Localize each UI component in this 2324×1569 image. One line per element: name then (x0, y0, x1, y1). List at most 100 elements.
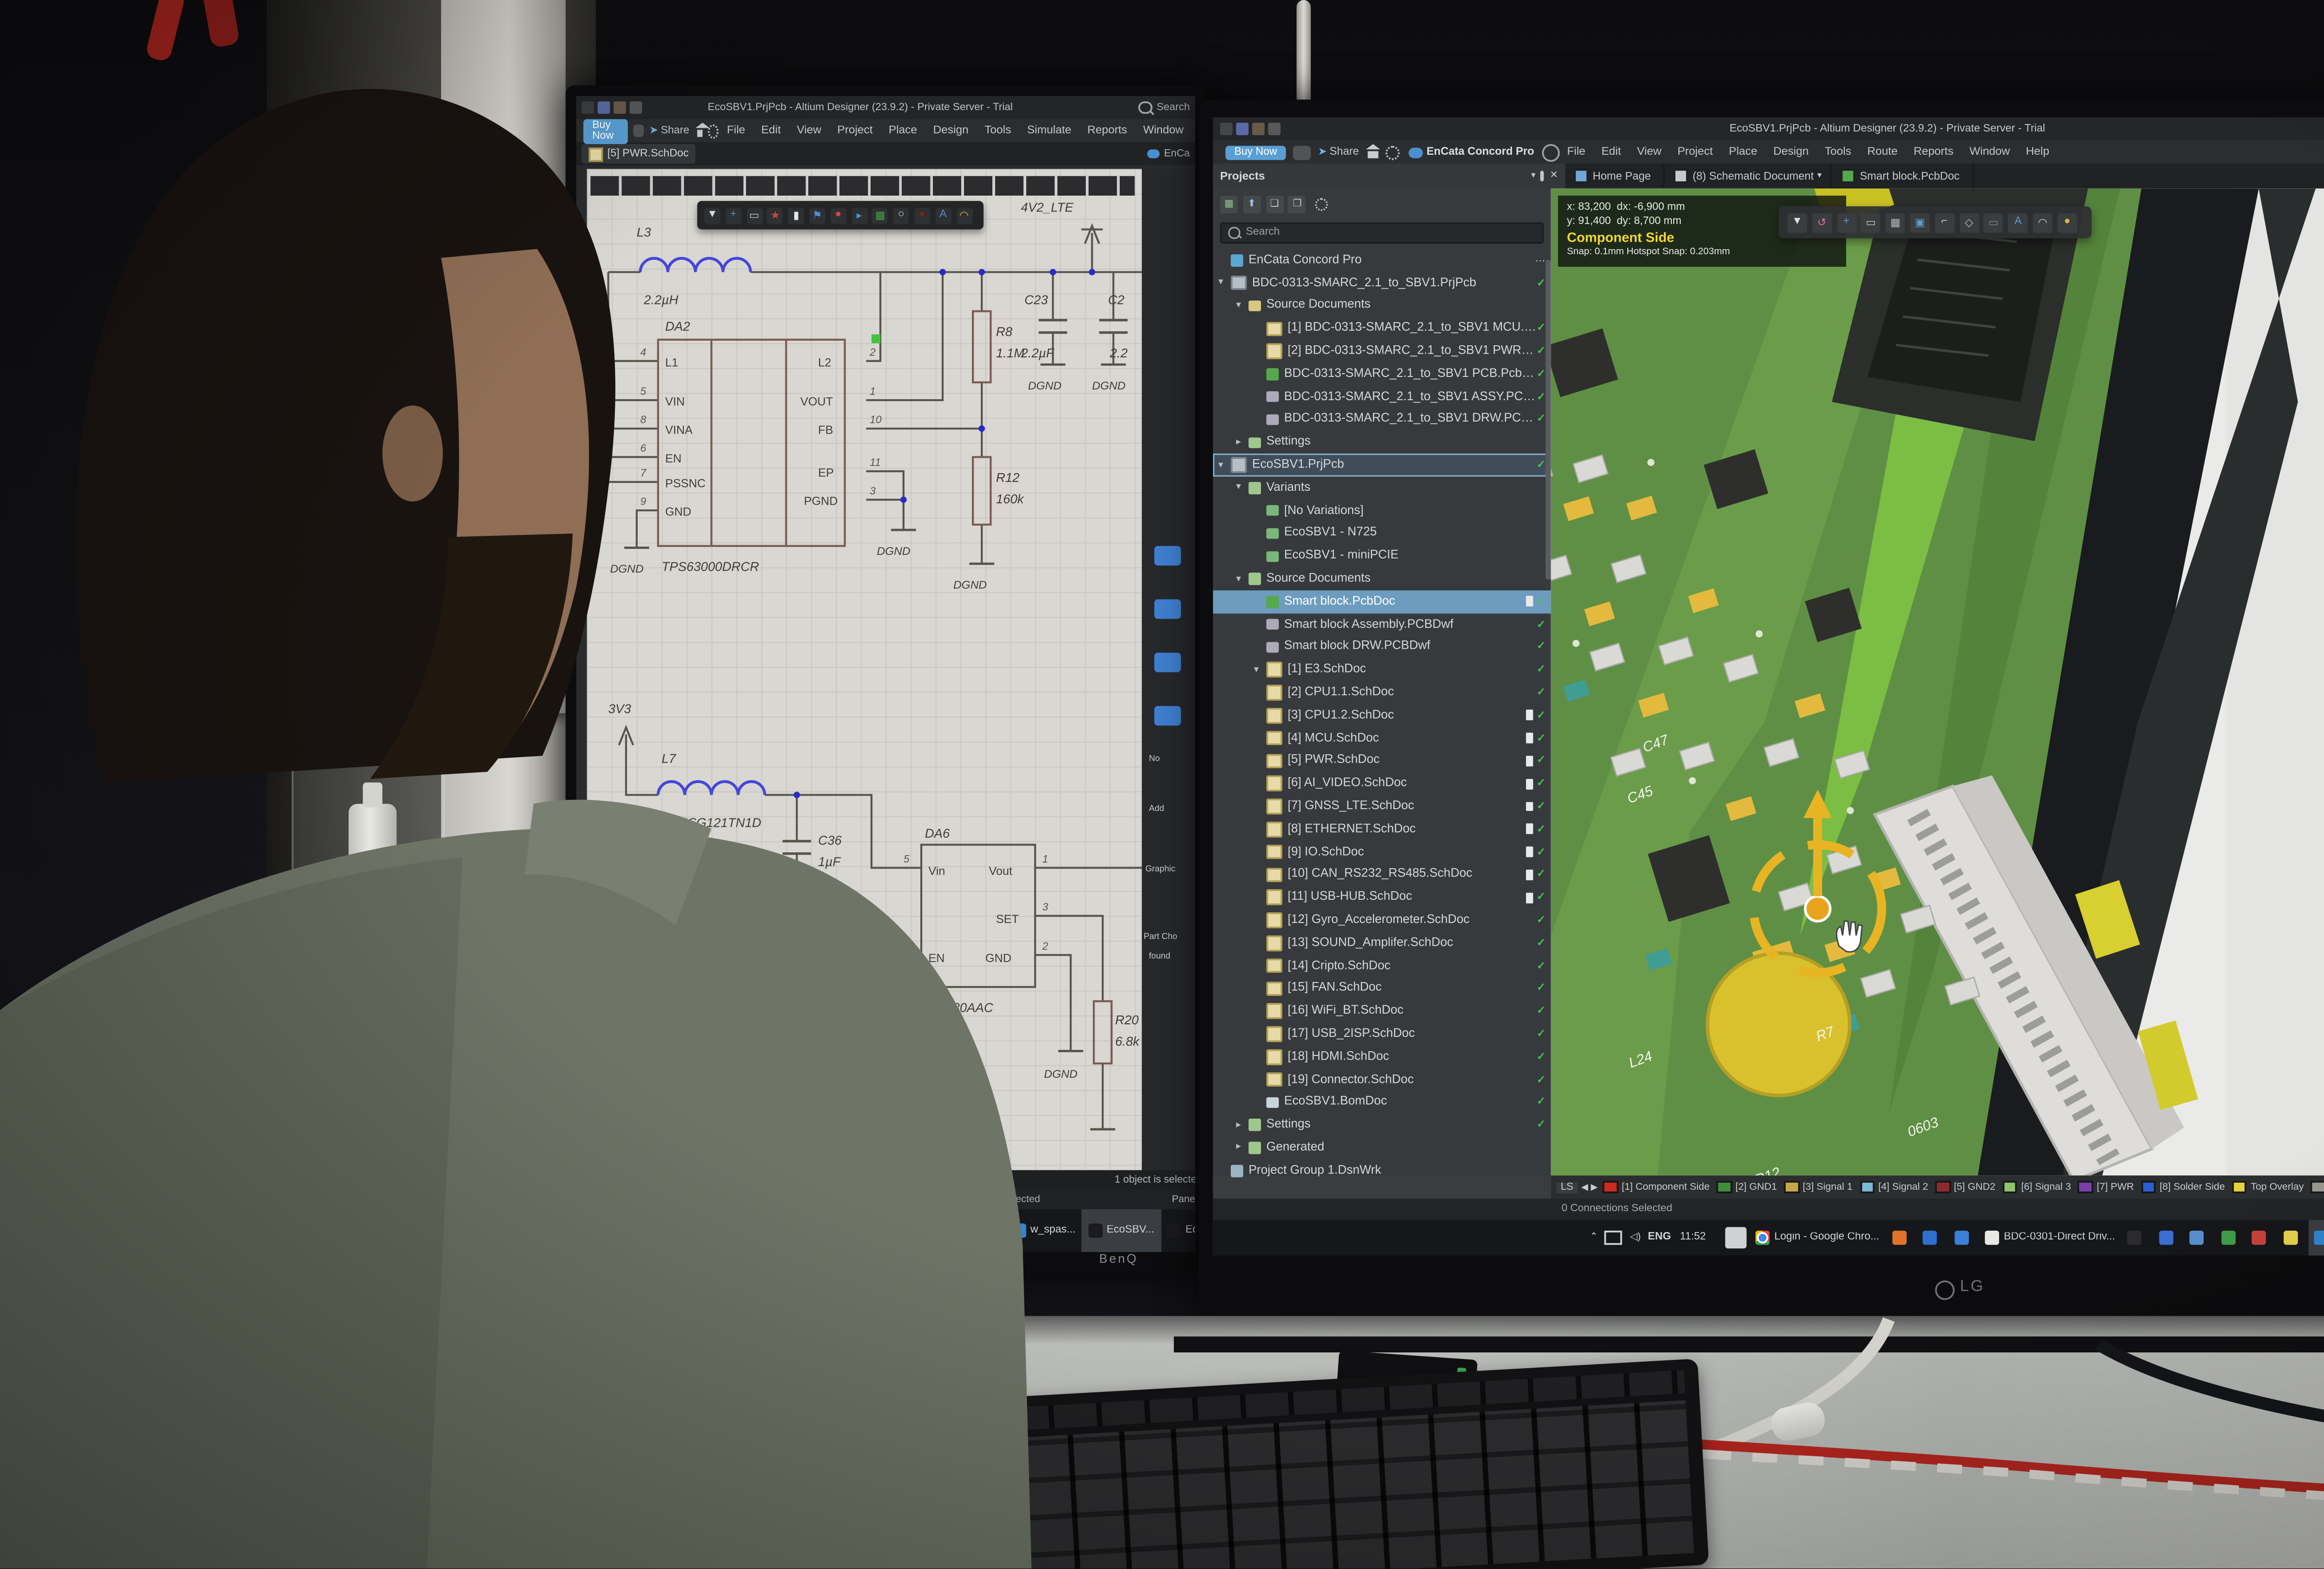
encata-account[interactable]: EnCata Concord Pro (1409, 146, 1534, 158)
menu-item[interactable]: File (1559, 146, 1593, 158)
tree-item[interactable]: ▸ Settings (1213, 431, 1551, 454)
tree-item[interactable]: [11] USB-HUB.SchDoc ✓ (1213, 886, 1551, 909)
document-tab[interactable]: Smart block.PcbDoc (1832, 164, 1974, 189)
taskbar-item[interactable] (1886, 1220, 1917, 1256)
layer-tab[interactable]: Bottom Overla (2311, 1180, 2324, 1194)
layer-tab[interactable]: [6] Signal 3 (2002, 1180, 2071, 1194)
tree-item[interactable]: ▸ Generated (1213, 1136, 1551, 1159)
value[interactable]: 2.2 (1109, 346, 1128, 360)
panel-button[interactable] (1154, 600, 1181, 619)
viewport-toolbar[interactable]: ▼↺+▭▦▣⌐◇▭A◠● (1779, 206, 2091, 238)
expand-arrow[interactable]: ▾ (1236, 482, 1248, 493)
taskbar-item[interactable] (2277, 1220, 2308, 1256)
menu-item[interactable]: Reports (1906, 146, 1961, 158)
menu-item[interactable]: Window (1135, 125, 1191, 137)
tree-item[interactable]: BDC-0313-SMARC_2.1_to_SBV1 DRW.PCBDwf ✓ (1213, 408, 1551, 431)
toolbar-icon[interactable]: ▭ (1984, 212, 2003, 232)
taskbar-item[interactable]: EcoSBV... (1161, 1208, 1195, 1252)
tree-item[interactable]: [8] ETHERNET.SchDoc ✓ (1213, 818, 1551, 841)
ground-label[interactable]: DGND (1092, 380, 1125, 392)
tree-item[interactable]: ▸ Settings ✓ (1213, 1114, 1551, 1136)
taskbar-item[interactable] (2215, 1220, 2246, 1256)
tree-item[interactable]: [10] CAN_RS232_RS485.SchDoc ✓ (1213, 864, 1551, 886)
tree-item[interactable]: [16] WiFi_BT.SchDoc ✓ (1213, 1000, 1551, 1023)
layer-tab[interactable]: Top Overlay (2232, 1180, 2304, 1194)
expand-arrow[interactable]: ▾ (1236, 574, 1248, 584)
layer-tab[interactable]: [7] PWR (2078, 1180, 2134, 1194)
tree-item[interactable]: EnCata Concord Pro … (1213, 249, 1551, 272)
toolbar-icon[interactable]: ▼ (1788, 212, 1807, 232)
tree-item[interactable]: Project Group 1.DsnWrk (1213, 1159, 1551, 1180)
folder-compare-icon[interactable]: ❏ (1266, 196, 1283, 213)
expand-arrow[interactable]: ▸ (1236, 1142, 1248, 1153)
menu-item[interactable]: Tools (1817, 146, 1860, 158)
tree-item[interactable]: ▾ EcoSBV1.PrjPcb ✓ (1213, 454, 1551, 476)
taskbar-item[interactable]: Login - Google Chro... (1750, 1219, 1886, 1255)
menu-item[interactable]: Place (1721, 146, 1765, 158)
taskbar-item[interactable] (2184, 1220, 2215, 1256)
tree-item[interactable]: EcoSBV1 - N725 (1213, 522, 1551, 545)
tree-item[interactable]: [6] AI_VIDEO.SchDoc ✓ (1213, 772, 1551, 795)
taskbar-item[interactable] (1948, 1220, 1979, 1256)
tree-item[interactable]: [12] Gyro_Accelerometer.SchDoc ✓ (1213, 909, 1551, 932)
expand-arrow[interactable]: ▸ (1236, 1120, 1248, 1130)
chevron-down-icon[interactable]: ▾ (1531, 171, 1536, 181)
taskbar-item[interactable]: w_spase - app_stm32l... (2308, 1219, 2324, 1255)
save-icon[interactable] (1236, 123, 1248, 135)
volume-icon[interactable]: ◁) (1630, 1233, 1641, 1243)
scroll-right-icon[interactable]: ▶ (1591, 1182, 1598, 1193)
designator[interactable]: R20 (1115, 1013, 1139, 1027)
taskbar-item[interactable] (1713, 1220, 1749, 1256)
toolbar-icon[interactable]: ▣ (1910, 212, 1930, 232)
designator[interactable]: C2 (1108, 292, 1124, 307)
toolbar-icon[interactable]: ⌐ (1934, 212, 1954, 232)
tree-item[interactable]: [17] USB_2ISP.SchDoc ✓ (1213, 1023, 1551, 1046)
tree-item[interactable]: ▾ Source Documents (1213, 567, 1551, 590)
expand-arrow[interactable]: ▾ (1236, 301, 1248, 311)
clock[interactable]: 11:52 (1680, 1233, 1706, 1243)
document-tab[interactable]: (8) Schematic Document ▾ (1665, 164, 1832, 189)
tree-item[interactable]: [9] IO.SchDoc ✓ (1213, 841, 1551, 864)
tray-chevron-icon[interactable]: ⌃ (1590, 1233, 1598, 1243)
tree-item[interactable]: BDC-0313-SMARC_2.1_to_SBV1 PCB.PcbDoc ✓ (1213, 363, 1551, 386)
encata-cloud[interactable]: EnCa (1148, 149, 1190, 159)
language-indicator[interactable]: ENG (1648, 1233, 1671, 1243)
folder-icon[interactable]: ❐ (1288, 196, 1306, 213)
tree-item[interactable]: [18] HDMI.SchDoc ✓ (1213, 1046, 1551, 1068)
toolbar-icon[interactable]: ● (2057, 212, 2077, 232)
tree-item[interactable]: ▾ Source Documents (1213, 295, 1551, 317)
tree-item[interactable]: [5] PWR.SchDoc ✓ (1213, 750, 1551, 772)
gear-icon[interactable] (1386, 145, 1400, 159)
toolbar-icon[interactable]: ◇ (1959, 212, 1979, 232)
tree-item[interactable]: ▾ Variants (1213, 476, 1551, 499)
value[interactable]: 6.8k (1115, 1034, 1140, 1048)
toolbar-icon[interactable]: ↺ (1812, 212, 1831, 232)
menu-item[interactable]: Project (1670, 146, 1721, 158)
ls-indicator[interactable]: LS (1556, 1182, 1578, 1193)
component-grid-icon[interactable]: ▦ (1220, 196, 1238, 213)
tree-item[interactable]: [2] CPU1.1.SchDoc ✓ (1213, 681, 1551, 704)
tree-item[interactable]: Smart block DRW.PCBDwf ✓ (1213, 636, 1551, 659)
tree-item[interactable]: [1] BDC-0313-SMARC_2.1_to_SBV1 MCU.SchDo… (1213, 317, 1551, 340)
menu-item[interactable]: View (1629, 146, 1670, 158)
tree-item[interactable]: Smart block.PcbDoc ✓ (1213, 590, 1551, 613)
tree-item[interactable]: [4] MCU.SchDoc ✓ (1213, 727, 1551, 750)
toolbar-icon[interactable]: ◠ (2033, 212, 2053, 232)
pin-icon[interactable] (1541, 171, 1545, 181)
projects-search[interactable]: Search (1220, 222, 1544, 244)
menu-item[interactable]: Design (1765, 146, 1817, 158)
tree-item[interactable]: [2] BDC-0313-SMARC_2.1_to_SBV1 PWR.SchDo… (1213, 340, 1551, 363)
tree-item[interactable]: [14] Cripto.SchDoc ✓ (1213, 955, 1551, 977)
tree-item[interactable]: [No Variations] (1213, 499, 1551, 522)
menu-item[interactable]: Window (1961, 146, 2018, 158)
home-icon[interactable] (1368, 150, 1379, 157)
upload-icon[interactable]: ⬆ (1243, 196, 1261, 213)
layer-tab[interactable]: [5] GND2 (1935, 1180, 1995, 1194)
layer-tab[interactable]: [2] GND1 (1717, 1180, 1777, 1194)
avatar[interactable] (1541, 143, 1559, 161)
print-icon[interactable] (1268, 123, 1281, 135)
pcb-3d-viewport[interactable]: D15 C45 C47 L24 R7 0603 C50 R12 R21 C36 … (1551, 189, 2324, 1176)
tree-item[interactable]: [7] GNSS_LTE.SchDoc ✓ (1213, 795, 1551, 818)
close-icon[interactable]: ✕ (1550, 171, 1558, 181)
expand-arrow[interactable]: ▸ (1236, 437, 1248, 448)
